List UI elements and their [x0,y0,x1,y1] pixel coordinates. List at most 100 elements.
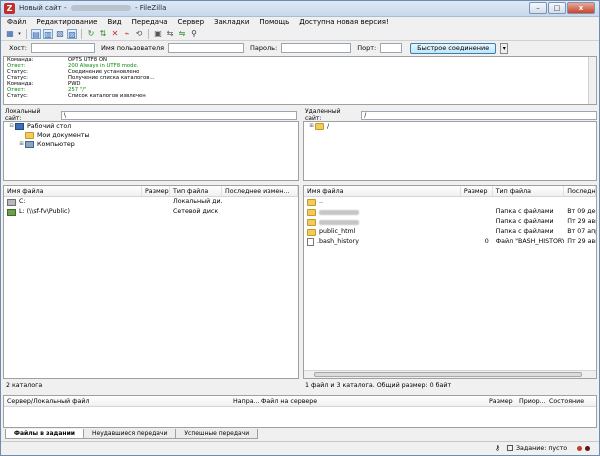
file-type: Файл "BASH_HISTORY" [495,238,565,245]
tab-failed-transfers[interactable]: Неудавшиеся передачи [82,429,177,439]
queue-col-remote-file[interactable]: Файл на сервере [258,396,486,406]
tree-node[interactable]: ⊟ Рабочий стол [4,122,298,131]
remote-file-list[interactable]: Имя файла Размер Тип файла Последне .. bi… [303,185,597,379]
local-col-size[interactable]: Размер [142,186,170,196]
toggle-log-icon[interactable]: ▤ [31,28,41,39]
file-name-cell: bi.... [304,217,461,227]
menu-transfer[interactable]: Передача [132,17,168,27]
menu-server[interactable]: Сервер [178,17,205,27]
tree-toggle-icon[interactable]: ⊞ [18,140,25,149]
log-rows: Команда: OPTS UTF8 ON Ответ: 200 Always in … [4,57,596,99]
menu-view[interactable]: Вид [107,17,121,27]
status-bar: ⚷ Задание: пусто [1,441,599,455]
menu-new-version[interactable]: Доступна новая версия! [299,17,389,27]
remote-horizontal-scrollbar[interactable] [304,370,596,378]
queue-col-status[interactable]: Состояние [546,396,594,406]
disconnect-icon[interactable]: ⌁ [122,29,132,39]
remote-col-type[interactable]: Тип файла [493,186,565,196]
toggle-local-tree-icon[interactable]: ▥ [43,28,53,39]
tab-successful-transfers[interactable]: Успешные передачи [175,429,259,439]
quickconnect-bar: Хост: Имя пользователя Пароль: Порт: Быс… [1,41,599,55]
maximize-button[interactable]: □ [548,2,566,14]
tree-toggle-icon[interactable]: ⊟ [8,122,15,131]
cancel-icon[interactable]: ✕ [110,29,120,39]
close-button[interactable]: x [567,2,595,14]
log-entry: Статус: Список каталогов извлечен [4,93,596,99]
table-row[interactable]: bitrix_.... Папка с файлами Вт 09 дек у [304,207,596,217]
password-input[interactable] [281,43,352,53]
tree-node[interactable]: Мои документы [4,131,298,140]
toggle-remote-tree-icon[interactable]: ▧ [55,29,65,39]
directory-listing-filters-icon[interactable]: ▣ [153,29,163,39]
remote-site-input[interactable]: / [361,110,597,120]
file-name-cell: public_html [304,227,461,237]
queue-col-size[interactable]: Размер [486,396,516,406]
menu-bookmarks[interactable]: Закладки [214,17,249,27]
remote-status: 1 файл и 3 каталога. Общий размер: 0 бай… [305,382,452,389]
message-log[interactable]: Команда: OPTS UTF8 ON Ответ: 200 Always in … [3,56,597,105]
filezilla-window: Z Новый сайт - - FileZilla – □ x Файл Ре… [0,0,600,456]
local-col-name[interactable]: Имя файла [4,186,142,196]
host-input[interactable] [30,43,95,53]
menu-edit[interactable]: Редактирование [36,17,97,27]
table-row[interactable]: .. [304,197,596,207]
menu-file[interactable]: Файл [7,17,26,27]
folder-icon [307,218,316,226]
file-name-cell: L: (\\sf-fv\Public) [4,207,142,217]
local-directory-tree[interactable]: ⊟ Рабочий стол Мои документы ⊞ Компьютер [3,121,299,181]
local-list-header: Имя файла Размер Тип файла Последнее изм… [4,186,298,197]
table-row[interactable]: L: (\\sf-fv\Public) Сетевой диск [4,207,298,217]
tree-node-label: Рабочий стол [27,123,72,130]
tree-node[interactable]: ⊞ Компьютер [4,140,298,149]
file-type [493,197,565,207]
tree-toggle-icon[interactable]: ⊞ [308,122,315,131]
table-row[interactable]: bi.... Папка с файлами Пт 29 авг у [304,217,596,227]
file-type: Папка с файлами [495,228,554,235]
transfer-queue[interactable]: Сервер/Локальный файл Напра... Файл на с… [3,395,597,428]
username-input[interactable] [168,43,245,53]
port-input[interactable] [380,43,403,53]
remote-col-size[interactable]: Размер [461,186,493,196]
local-file-list[interactable]: Имя файла Размер Тип файла Последнее изм… [3,185,299,379]
table-row[interactable]: C: Локальный ди... [4,197,298,207]
local-col-modified[interactable]: Последнее измен... [222,186,298,196]
refresh-icon[interactable]: ↻ [86,29,96,39]
reconnect-icon[interactable]: ⟲ [134,29,144,39]
queue-col-direction[interactable]: Напра... [230,396,260,406]
tab-queued-files[interactable]: Файлы в задании [5,429,84,439]
toolbar-separator [148,28,149,39]
file-type: Сетевой диск [173,208,219,215]
toolbar: ▦ ▾ ▤ ▥ ▧ ▨ ↻ ⇅ ✕ ⌁ ⟲ ▣ ⇆ ⇋ ⚲ [1,27,599,41]
tree-node[interactable]: ⊞ / [304,122,596,131]
quickconnect-button[interactable]: Быстрое соединение [410,42,497,54]
file-modified: Пт 29 авг у [567,238,596,245]
process-queue-icon[interactable]: ⇅ [98,29,108,39]
menu-help[interactable]: Помощь [259,17,289,27]
quickconnect-dropdown[interactable]: ▾ [500,42,509,54]
queue-col-priority[interactable]: Приор... [516,396,546,406]
remote-col-name[interactable]: Имя файла [304,186,461,196]
log-scrollbar[interactable] [588,57,596,104]
local-col-type[interactable]: Тип файла [170,186,222,196]
table-row[interactable]: public_html Папка с файлами Вт 07 апр у [304,227,596,237]
toggle-queue-icon[interactable]: ▨ [67,28,77,39]
password-label: Пароль: [250,44,278,52]
file-name-cell: bitrix_.... [304,207,461,217]
table-row[interactable]: .bash_history 0 Файл "BASH_HISTORY" Пт 29 а… [304,237,596,247]
queue-col-local-file[interactable]: Сервер/Локальный файл [4,396,230,406]
redacted-file-name: bitrix_.... [319,209,359,215]
site-manager-icon[interactable]: ▦ [5,29,15,39]
remote-col-modified[interactable]: Последне [564,186,596,196]
sync-browsing-icon[interactable]: ⇋ [177,29,187,39]
site-manager-dropdown-icon[interactable]: ▾ [17,29,22,39]
remote-directory-tree[interactable]: ⊞ / [303,121,597,181]
minimize-button[interactable]: – [529,2,547,14]
desktop-icon [15,123,24,130]
file-name: L: (\\sf-fv\Public) [19,208,70,215]
compare-directories-icon[interactable]: ⇆ [165,29,175,39]
search-icon[interactable]: ⚲ [189,29,199,39]
remote-scroll-thumb[interactable] [314,372,582,377]
local-site-input[interactable]: \ [60,110,297,120]
window-title-suffix: - FileZilla [134,4,167,12]
queue-tabs: Файлы в задании Неудавшиеся передачи Усп… [5,429,259,439]
